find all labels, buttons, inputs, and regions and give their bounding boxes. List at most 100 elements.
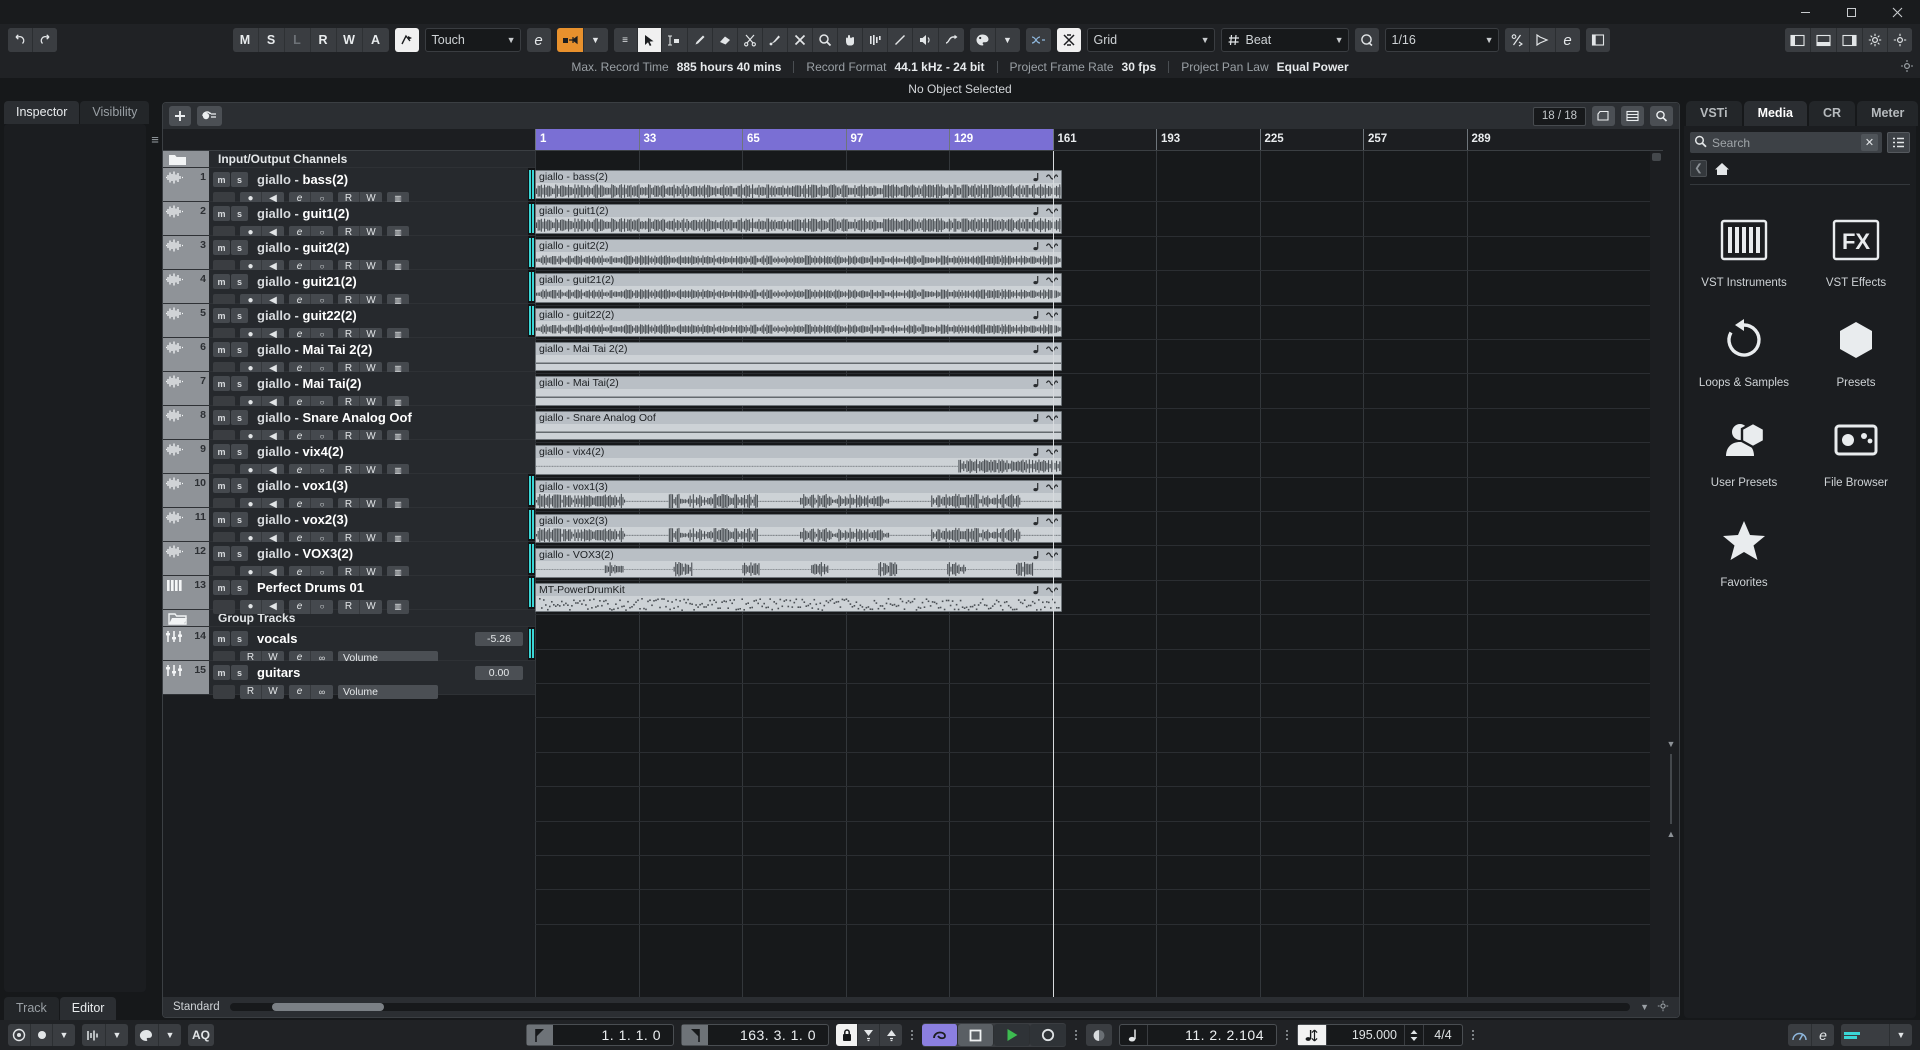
media-item-favorites[interactable]: Favorites (1690, 499, 1798, 595)
audio-event[interactable]: giallo - bass(2) (535, 170, 1062, 200)
glue-tool[interactable] (762, 28, 788, 52)
line-tool[interactable] (887, 28, 913, 52)
mute-button[interactable]: m (213, 546, 230, 561)
auto-scroll-icon[interactable] (556, 28, 584, 52)
transport-color-dropdown[interactable]: ▼ (159, 1024, 181, 1046)
track-row[interactable]: 2 m s giallo - guit1(2) ● ◀ e ○ R W ▥ (163, 202, 535, 240)
metronome-icon[interactable] (31, 1024, 53, 1046)
play-tool[interactable] (912, 28, 939, 52)
track-lane-header[interactable]: 6 (163, 338, 209, 371)
left-locator-field[interactable]: 1. 1. 1. 0 (526, 1024, 674, 1046)
track-lane-header[interactable]: 8 (163, 406, 209, 439)
event-handles[interactable] (1033, 344, 1058, 354)
mute-button[interactable]: m (213, 206, 230, 221)
solo-button[interactable]: s (231, 546, 248, 561)
arrange-lane[interactable]: giallo - Mai Tai(2) (535, 374, 1663, 409)
audio-mixdown-icon[interactable] (82, 1024, 106, 1046)
group-track-name[interactable]: vocals (257, 631, 297, 646)
track-name[interactable]: giallo - vox1(3) (257, 478, 348, 493)
info-value[interactable]: Equal Power (1277, 60, 1349, 74)
split-tool[interactable] (737, 28, 763, 52)
cycle-range[interactable] (535, 129, 1053, 150)
scrub-tool[interactable] (862, 28, 888, 52)
transport-settings-icon[interactable]: ▼ (53, 1024, 75, 1046)
clear-search-icon[interactable]: ✕ (1861, 134, 1878, 151)
track-row[interactable]: 7 m s giallo - Mai Tai(2) ● ◀ e ○ R W ▥ (163, 372, 535, 410)
mute-button[interactable]: m (213, 308, 230, 323)
track-lane-header[interactable]: 4 (163, 270, 209, 303)
freeze-icon[interactable]: ○ (311, 600, 333, 614)
play-button[interactable] (994, 1024, 1030, 1046)
zoom-tool[interactable] (812, 28, 838, 52)
automation-parameter-name[interactable]: Volume (338, 684, 438, 699)
tempo-track-toggle[interactable] (1298, 1025, 1327, 1045)
arrange-lane[interactable]: MT-PowerDrumKit (535, 581, 1663, 616)
track-lane-header[interactable]: 10 (163, 474, 209, 507)
event-handles[interactable] (1033, 241, 1058, 251)
solo-button[interactable]: s (231, 444, 248, 459)
transport-drag-handle-3[interactable] (1284, 1030, 1290, 1040)
zoom-in-vertical-icon[interactable]: ▲ (1666, 829, 1676, 839)
snap-toggle-icon[interactable] (1056, 28, 1081, 52)
arrange-lane[interactable]: giallo - Snare Analog Oof (535, 409, 1663, 444)
track-name[interactable]: giallo - guit21(2) (257, 274, 357, 289)
mute-button[interactable]: m (213, 376, 230, 391)
track-row[interactable]: 13 m s Perfect Drums 01 ● ◀ e ○ R W ▥ (163, 576, 535, 614)
snap-mode-select[interactable]: Grid ▼ (1086, 28, 1215, 52)
bypass-inserts-icon[interactable]: e (1812, 1024, 1834, 1046)
track-row[interactable]: 10 m s giallo - vox1(3) ● ◀ e ○ R W ▥ (163, 474, 535, 512)
automation-mode-icon[interactable] (394, 28, 419, 52)
track-lane-header[interactable]: 12 (163, 542, 209, 575)
write-automation-button[interactable]: W (262, 685, 284, 699)
event-handles[interactable] (1033, 206, 1058, 216)
arrange-lane-empty[interactable] (535, 890, 1663, 925)
cycle-button[interactable] (922, 1024, 958, 1046)
solo-button[interactable]: s (231, 376, 248, 391)
arrange-lane[interactable]: giallo - vix4(2) (535, 443, 1663, 478)
tab-visibility[interactable]: Visibility (80, 101, 150, 124)
track-row[interactable]: 1 m s giallo - bass(2) ● ◀ e ○ R W ▥ (163, 168, 535, 206)
toggle-write-all[interactable]: W (337, 28, 363, 52)
monitor-icon[interactable]: ◀ (262, 600, 284, 614)
group-lane-header[interactable]: 15 (163, 661, 209, 694)
solo-button[interactable]: s (231, 665, 248, 680)
solo-button[interactable]: s (231, 342, 248, 357)
lane-display-icon[interactable]: ▥ (387, 600, 409, 614)
mute-button[interactable]: m (213, 410, 230, 425)
transport-color-icon[interactable] (135, 1024, 159, 1046)
track-folding-button[interactable] (1592, 106, 1615, 126)
toggle-auto-all[interactable]: A (363, 28, 389, 52)
quantize-settings-icon[interactable]: e (1556, 28, 1580, 52)
track-row[interactable]: 6 m s giallo - Mai Tai 2(2) ● ◀ e ○ R W ▥ (163, 338, 535, 376)
track-row[interactable]: 12 m s giallo - VOX3(2) ● ◀ e ○ R W ▥ (163, 542, 535, 580)
media-view-options-button[interactable] (1887, 132, 1910, 153)
arrange-lane[interactable]: giallo - bass(2) (535, 168, 1663, 203)
transport-tool-dropdown[interactable]: ▼ (106, 1024, 128, 1046)
arrange-lane[interactable]: giallo - guit1(2) (535, 202, 1663, 237)
info-line-settings-icon[interactable] (1900, 59, 1914, 76)
solo-button[interactable]: s (231, 274, 248, 289)
solo-button[interactable]: s (231, 631, 248, 646)
arranger-icon[interactable]: AQ (188, 1024, 214, 1046)
auto-quantize-icon[interactable] (1530, 28, 1556, 52)
audio-event[interactable]: giallo - Mai Tai 2(2) (535, 342, 1062, 372)
tab-media[interactable]: Media (1743, 101, 1807, 126)
zoom-out-vertical-icon[interactable]: ▼ (1666, 739, 1676, 749)
primary-time-value[interactable]: 11. 2. 2.104 (1148, 1027, 1276, 1043)
event-handles[interactable] (1033, 275, 1058, 285)
project-cursor[interactable] (1052, 151, 1054, 997)
right-locator-field[interactable]: 163. 3. 1. 0 (681, 1024, 829, 1046)
solo-button[interactable]: s (231, 512, 248, 527)
event-handles[interactable] (1033, 378, 1058, 388)
audio-event[interactable]: MT-PowerDrumKit (535, 582, 1062, 613)
left-locator-value[interactable]: 1. 1. 1. 0 (553, 1027, 673, 1043)
track-lane-header[interactable]: 5 (163, 304, 209, 337)
audio-event[interactable]: giallo - guit21(2) (535, 273, 1062, 303)
hand-tool[interactable] (837, 28, 863, 52)
right-locator-value[interactable]: 163. 3. 1. 0 (708, 1027, 828, 1043)
show-lower-zone-icon[interactable] (1811, 28, 1837, 52)
media-item-loops-samples[interactable]: Loops & Samples (1690, 299, 1798, 395)
group-track-row[interactable]: 14 m s vocals -5.26 R We ∞ Volume (163, 627, 535, 665)
toolbar-settings-icon[interactable] (1888, 28, 1912, 52)
mute-button[interactable]: m (213, 665, 230, 680)
